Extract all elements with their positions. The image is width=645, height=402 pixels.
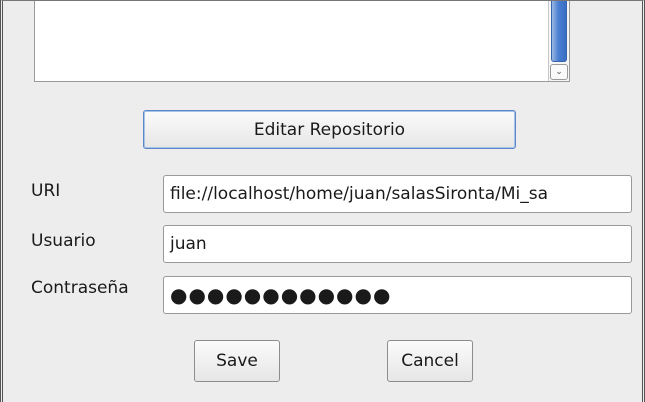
repository-dialog: ⌄ Editar Repositorio URI file://localhos… bbox=[0, 0, 645, 402]
scroll-down-arrow-icon[interactable]: ⌄ bbox=[550, 64, 568, 80]
user-field[interactable]: juan bbox=[163, 225, 632, 263]
password-field[interactable]: ●●●●●●●●●●●● bbox=[163, 276, 632, 314]
cancel-button[interactable]: Cancel bbox=[387, 340, 473, 382]
list-scrollbar[interactable]: ⌄ bbox=[548, 1, 569, 81]
edit-repository-button[interactable]: Editar Repositorio bbox=[143, 110, 516, 149]
uri-label: URI bbox=[31, 181, 61, 201]
uri-field[interactable]: file://localhost/home/juan/salasSironta/… bbox=[163, 175, 632, 213]
save-button[interactable]: Save bbox=[194, 340, 280, 382]
repository-list[interactable]: ⌄ bbox=[34, 1, 570, 82]
password-label: Contraseña bbox=[31, 278, 129, 298]
scrollbar-thumb[interactable] bbox=[551, 1, 567, 62]
user-label: Usuario bbox=[31, 231, 96, 251]
